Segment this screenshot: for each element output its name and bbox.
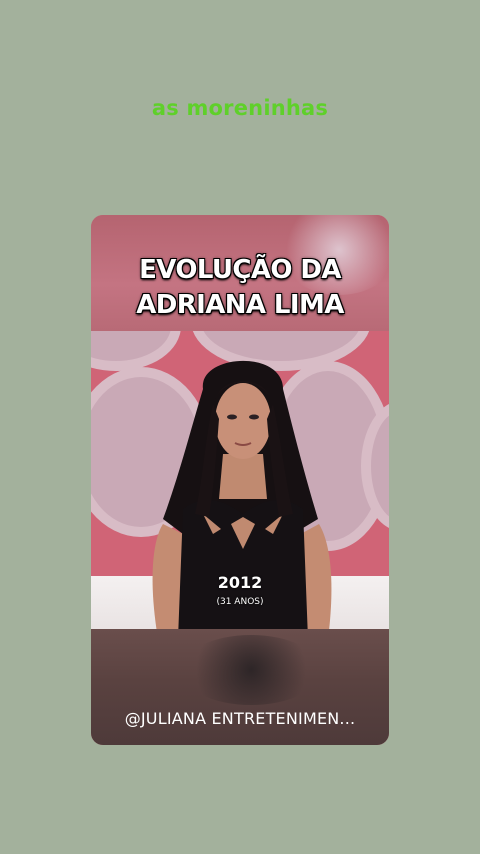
shared-video-post[interactable]: EVOLUÇÃO DA ADRIANA LIMA 2012 (31 ANOS) … — [91, 215, 389, 745]
video-frame[interactable]: 2012 (31 ANOS) — [91, 331, 389, 629]
video-title: EVOLUÇÃO DA ADRIANA LIMA — [136, 255, 344, 320]
bottom-blur — [181, 635, 321, 705]
author-username[interactable]: @JULIANA ENTRETENIMEN... — [91, 709, 389, 728]
year-label: 2012 — [217, 573, 263, 592]
age-label: (31 ANOS) — [216, 597, 264, 607]
story-caption: as moreninhas — [151, 96, 329, 120]
